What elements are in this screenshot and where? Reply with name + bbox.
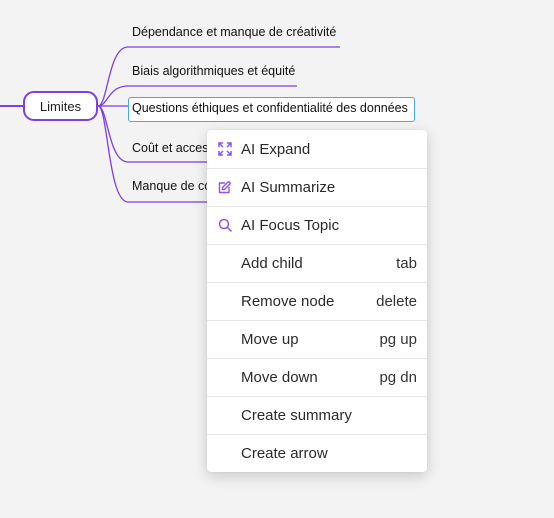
mindmap-canvas[interactable]: Limites Dépendance et manque de créativi… bbox=[0, 0, 554, 518]
branch-node-cout[interactable]: Coût et accessibilité bbox=[132, 141, 207, 155]
menu-item-shortcut: tab bbox=[396, 254, 417, 272]
branch-node-label: Manque de compréhension contextuelle bbox=[132, 179, 207, 193]
root-node-label: Limites bbox=[39, 98, 82, 114]
root-node-limites[interactable]: Limites bbox=[23, 91, 98, 121]
search-icon bbox=[218, 218, 232, 232]
branch-node-questions-ethiques[interactable]: Questions éthiques et confidentialité de… bbox=[128, 97, 415, 122]
menu-item-label: Create summary bbox=[241, 406, 352, 424]
menu-item-ai-expand[interactable]: AI Expand bbox=[207, 130, 427, 168]
menu-item-label: AI Expand bbox=[241, 140, 311, 158]
menu-item-label: Move up bbox=[241, 330, 299, 348]
branch-node-dependance[interactable]: Dépendance et manque de créativité bbox=[132, 25, 336, 39]
menu-item-label: Add child bbox=[241, 254, 303, 272]
menu-item-create-arrow[interactable]: Create arrow bbox=[207, 434, 427, 472]
context-menu: AI Expand AI Summarize AI Focus Topic Ad… bbox=[207, 130, 427, 472]
menu-item-shortcut: pg up bbox=[379, 330, 417, 348]
branch-node-label: Coût et accessibilité bbox=[132, 141, 207, 155]
branch-node-manque[interactable]: Manque de compréhension contextuelle bbox=[132, 179, 207, 193]
branch-node-biais[interactable]: Biais algorithmiques et équité bbox=[132, 64, 295, 78]
menu-item-label: AI Summarize bbox=[241, 178, 336, 196]
menu-item-move-down[interactable]: Move down pg dn bbox=[207, 358, 427, 396]
expand-icon bbox=[218, 142, 232, 156]
menu-item-shortcut: pg dn bbox=[379, 368, 417, 386]
menu-item-label: Create arrow bbox=[241, 444, 328, 462]
menu-item-create-summary[interactable]: Create summary bbox=[207, 396, 427, 434]
menu-item-shortcut: delete bbox=[376, 292, 417, 310]
menu-item-move-up[interactable]: Move up pg up bbox=[207, 320, 427, 358]
menu-item-ai-focus-topic[interactable]: AI Focus Topic bbox=[207, 206, 427, 244]
menu-item-label: AI Focus Topic bbox=[241, 216, 340, 234]
branch-node-label: Biais algorithmiques et équité bbox=[132, 64, 296, 78]
branch-node-label: Dépendance et manque de créativité bbox=[132, 25, 337, 39]
menu-item-remove-node[interactable]: Remove node delete bbox=[207, 282, 427, 320]
edit-icon bbox=[218, 180, 232, 194]
menu-item-label: Remove node bbox=[241, 292, 335, 310]
menu-item-label: Move down bbox=[241, 368, 318, 386]
branch-node-label: Questions éthiques et confidentialité de… bbox=[132, 101, 408, 115]
menu-item-add-child[interactable]: Add child tab bbox=[207, 244, 427, 282]
menu-item-ai-summarize[interactable]: AI Summarize bbox=[207, 168, 427, 206]
